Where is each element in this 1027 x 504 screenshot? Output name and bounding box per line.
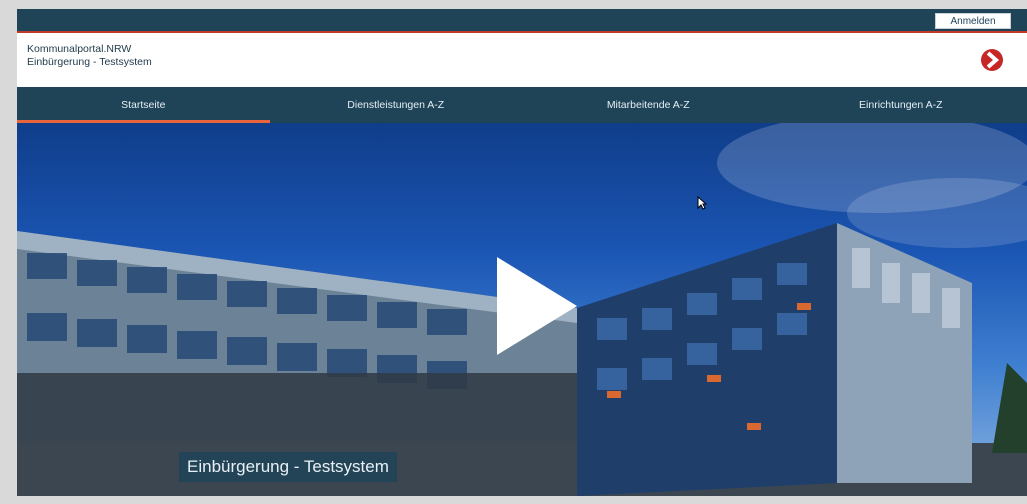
nav-mitarbeitende[interactable]: Mitarbeitende A-Z <box>522 87 775 123</box>
hero-video[interactable]: Einbürgerung - Testsystem <box>17 123 1027 496</box>
nav-startseite[interactable]: Startseite <box>17 87 270 123</box>
play-icon[interactable] <box>497 257 577 355</box>
chevron-right-icon[interactable] <box>981 49 1003 71</box>
nav-einrichtungen[interactable]: Einrichtungen A-Z <box>775 87 1027 123</box>
main-navigation: Startseite Dienstleistungen A-Z Mitarbei… <box>17 87 1027 123</box>
nav-dienstleistungen[interactable]: Dienstleistungen A-Z <box>270 87 523 123</box>
top-bar: Anmelden <box>17 9 1027 31</box>
portal-name: Kommunalportal.NRW <box>27 43 132 55</box>
video-frame: Anmelden Kommunalportal.NRW Einbürgerung… <box>17 9 1027 496</box>
mouse-cursor-icon <box>697 196 707 210</box>
login-button[interactable]: Anmelden <box>935 13 1011 29</box>
portal-subtitle: Einbürgerung - Testsystem <box>27 56 152 68</box>
brand-bar: Kommunalportal.NRW Einbürgerung - Testsy… <box>17 31 1027 87</box>
hero-caption: Einbürgerung - Testsystem <box>179 452 397 482</box>
